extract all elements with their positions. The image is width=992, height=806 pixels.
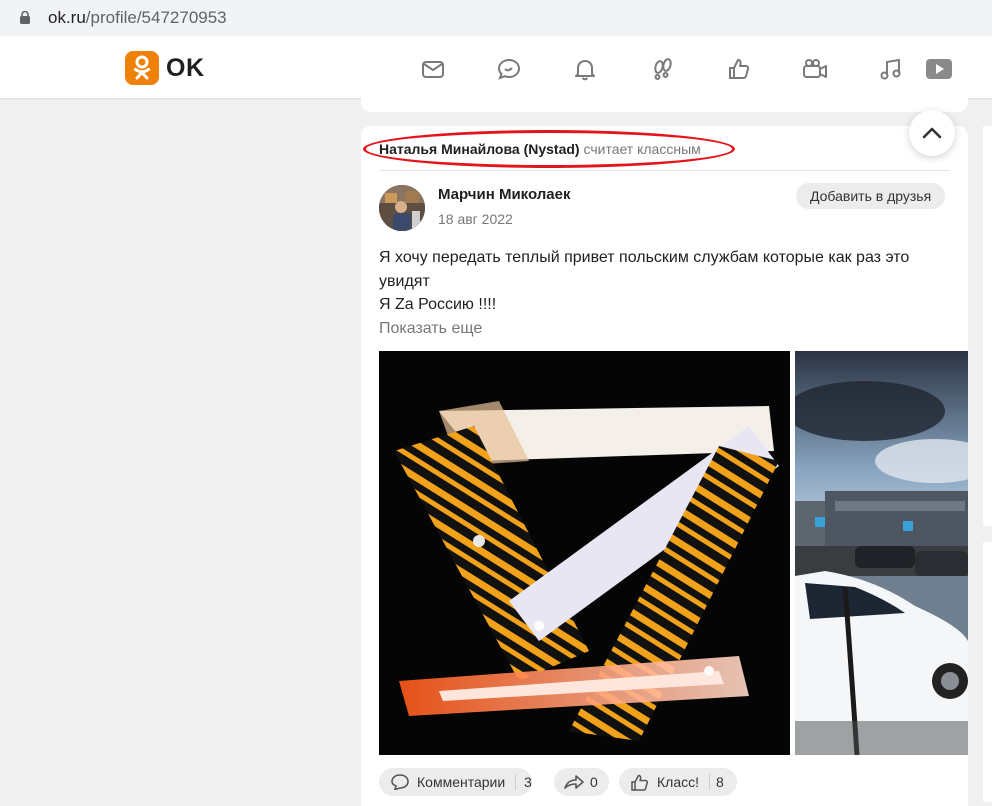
previous-feed-card <box>361 98 968 112</box>
url-text: ok.ru/profile/547270953 <box>48 8 227 28</box>
likes-count: 8 <box>716 774 724 790</box>
likes-icon[interactable] <box>726 56 752 82</box>
post-text-line: Я Za Россию !!!! <box>379 296 497 313</box>
post-author[interactable]: Марчин Миколаек <box>438 186 571 203</box>
music-icon[interactable] <box>878 56 904 82</box>
chevron-up-icon <box>922 127 942 139</box>
shares-count: 0 <box>590 774 598 790</box>
side-panel <box>983 126 992 526</box>
divider <box>379 170 950 171</box>
like-icon <box>631 774 649 791</box>
post-text: Я хочу передать теплый привет польским с… <box>379 246 939 317</box>
divider <box>709 774 710 790</box>
side-panel <box>983 542 992 802</box>
ok-logo-icon[interactable] <box>125 51 159 85</box>
post-photo[interactable] <box>379 351 790 755</box>
url-field[interactable]: ok.ru/profile/547270953 <box>0 0 992 36</box>
show-more-link[interactable]: Показать еще <box>379 320 482 338</box>
comments-count: 3 <box>524 774 532 790</box>
url-path: /profile/547270953 <box>85 8 227 27</box>
avatar[interactable] <box>379 185 425 231</box>
highlight-oval <box>363 130 735 168</box>
scroll-to-top-button[interactable] <box>909 110 955 156</box>
share-icon <box>564 775 584 789</box>
site-header: OK <box>0 38 992 98</box>
comments-label: Комментарии <box>417 774 506 790</box>
divider <box>515 774 516 790</box>
post-photo[interactable] <box>795 351 968 755</box>
lock-icon <box>20 11 30 24</box>
like-button[interactable]: Класс! 8 <box>619 768 737 796</box>
url-host: ok.ru <box>48 8 86 27</box>
discussions-icon[interactable] <box>496 56 522 82</box>
notifications-icon[interactable] <box>572 56 598 82</box>
comments-button[interactable]: Комментарии 3 <box>379 768 532 796</box>
comment-icon <box>391 774 409 790</box>
likes-label: Класс! <box>657 774 699 790</box>
guests-icon[interactable] <box>650 56 676 82</box>
post-date[interactable]: 18 авг 2022 <box>438 211 513 227</box>
video-icon[interactable] <box>802 56 828 82</box>
post-text-line: Я хочу передать теплый привет польским с… <box>379 249 910 290</box>
messages-icon[interactable] <box>420 56 446 82</box>
share-button[interactable]: 0 <box>554 768 609 796</box>
browser-address-bar: ok.ru/profile/547270953 <box>0 0 992 39</box>
post-photo-image <box>795 351 968 755</box>
play-icon[interactable] <box>925 56 953 82</box>
logo-text[interactable]: OK <box>166 54 205 83</box>
post-photo-image <box>379 351 790 755</box>
add-friend-button[interactable]: Добавить в друзья <box>796 183 946 209</box>
